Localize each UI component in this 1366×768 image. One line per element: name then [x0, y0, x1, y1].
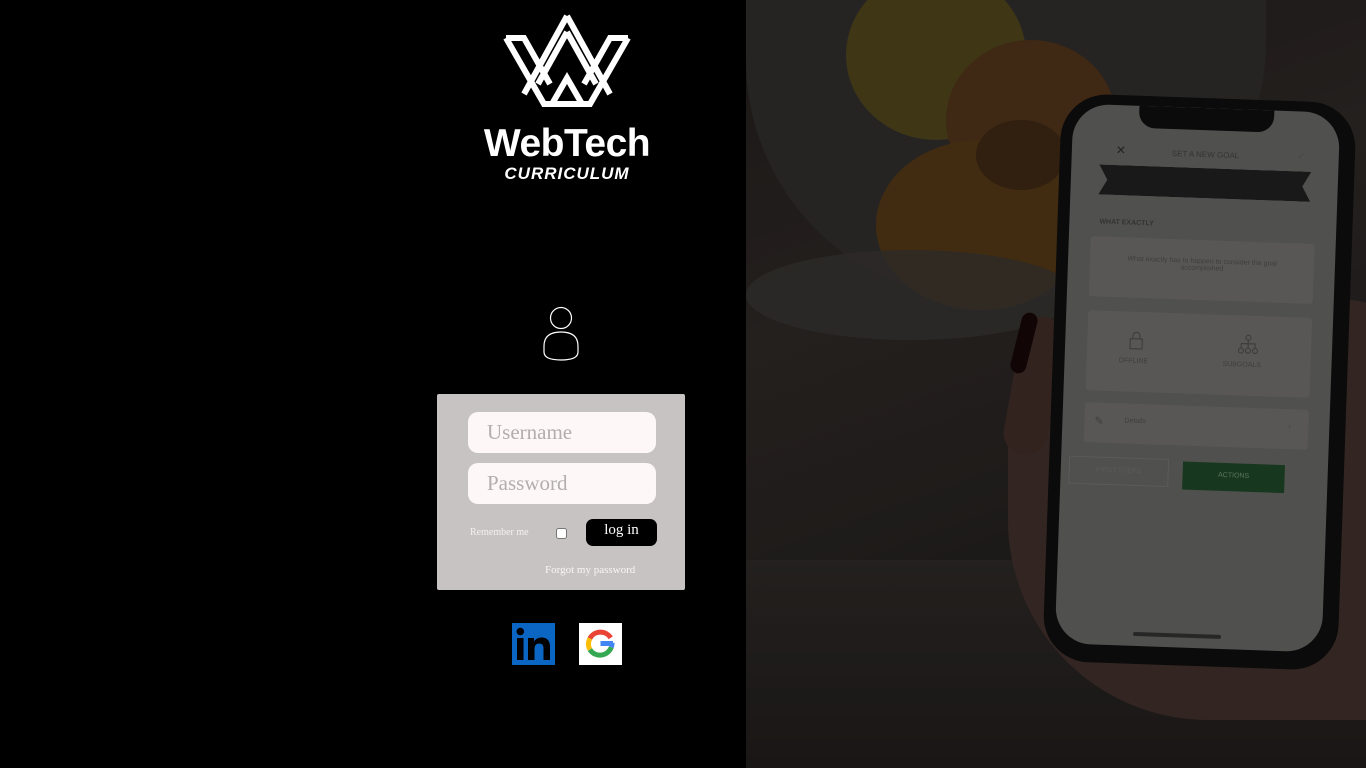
- login-form: Remember me log in Forgot my password: [437, 394, 685, 590]
- google-login-button[interactable]: [579, 623, 622, 665]
- remember-me-checkbox[interactable]: [556, 528, 567, 539]
- forgot-password-link[interactable]: Forgot my password: [545, 564, 635, 576]
- brand-logo: WebTech CURRICULUM: [476, 10, 658, 190]
- brand-title: WebTech: [483, 122, 651, 165]
- password-input[interactable]: [468, 463, 656, 504]
- linkedin-icon: [512, 623, 555, 665]
- login-button[interactable]: log in: [586, 519, 657, 546]
- google-icon: [579, 623, 622, 665]
- photo-overlay: [746, 0, 1366, 768]
- brand-subtitle: CURRICULUM: [504, 164, 630, 183]
- remember-me-label: Remember me: [470, 527, 529, 538]
- login-panel: WebTech CURRICULUM Remember me log in Fo…: [0, 0, 746, 768]
- crown-logo-icon: [503, 14, 631, 107]
- username-input[interactable]: [468, 412, 656, 453]
- user-icon: [543, 306, 579, 361]
- linkedin-login-button[interactable]: [512, 623, 555, 665]
